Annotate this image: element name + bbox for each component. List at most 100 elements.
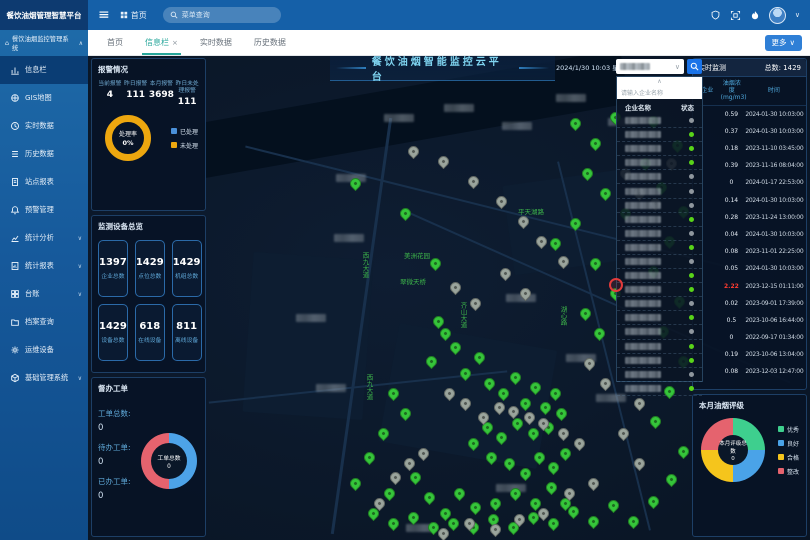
online-map-pin[interactable] [648,414,664,430]
online-map-pin[interactable] [546,460,562,476]
online-map-pin[interactable] [422,490,438,506]
company-select[interactable]: ∨ [616,59,684,74]
more-button[interactable]: 更多 ∨ [765,35,803,51]
sidebar-item-site-report[interactable]: 站点报表 [0,168,88,196]
online-map-pin[interactable] [408,470,424,486]
realtime-row[interactable]: 0.182023-11-10 03:45:00 [693,140,806,157]
online-map-pin[interactable] [488,496,504,512]
realtime-row[interactable]: 0.082023-12-03 12:47:00 [693,363,806,380]
online-map-pin[interactable] [362,450,378,466]
online-map-pin[interactable] [568,116,584,132]
menu-toggle-icon[interactable]: ≡ [98,7,110,23]
online-map-pin[interactable] [468,500,484,516]
online-map-pin[interactable] [646,494,662,510]
company-row[interactable] [617,382,702,396]
collapse-dropdown[interactable]: ∧ [617,77,702,86]
company-row[interactable] [617,297,702,311]
online-map-pin[interactable] [382,486,398,502]
company-row[interactable] [617,255,702,269]
sidebar-item-stats-report[interactable]: 统计报表∨ [0,252,88,280]
tab-history[interactable]: 历史数据 [254,30,286,55]
badge-icon[interactable] [710,10,721,21]
company-row[interactable] [617,340,702,354]
realtime-row[interactable]: 0.052024-01-30 10:03:00 [693,260,806,277]
realtime-row[interactable]: 0.372024-01-30 10:03:00 [693,123,806,140]
offline-map-pin[interactable] [572,436,588,452]
company-row[interactable] [617,156,702,170]
realtime-row[interactable]: 0.042024-01-30 10:03:00 [693,226,806,243]
offline-map-pin[interactable] [388,470,404,486]
realtime-row[interactable]: 0.142024-01-30 10:03:00 [693,192,806,209]
online-map-pin[interactable] [676,444,692,460]
sidebar-item-warning[interactable]: 预警管理 [0,196,88,224]
online-map-pin[interactable] [546,516,562,532]
online-map-pin[interactable] [398,206,414,222]
sidebar-item-dashboard[interactable]: 信息栏 [0,56,88,84]
company-row[interactable] [617,325,702,339]
company-row[interactable] [617,142,702,156]
realtime-row[interactable]: 0.52023-10-06 16:44:00 [693,312,806,329]
company-row[interactable] [617,283,702,297]
home-shortcut[interactable]: 首页 [120,10,147,21]
tab-realtime[interactable]: 实时数据 [200,30,232,55]
sidebar-item-archive[interactable]: 档案查询 [0,308,88,336]
offline-map-pin[interactable] [436,154,452,170]
sidebar-item-realtime[interactable]: 实时数据 [0,112,88,140]
offline-map-pin[interactable] [466,174,482,190]
company-row[interactable] [617,311,702,325]
online-map-pin[interactable] [558,446,574,462]
realtime-row[interactable]: 0.192023-10-06 13:04:00 [693,346,806,363]
tab-home[interactable]: 首页 [107,30,123,55]
online-map-pin[interactable] [452,486,468,502]
sidebar-item-history[interactable]: 历史数据 [0,140,88,168]
realtime-row[interactable]: 0.082023-11-01 22:25:00 [693,243,806,260]
close-tab-icon[interactable]: × [172,39,178,47]
offline-map-pin[interactable] [402,456,418,472]
online-map-pin[interactable] [348,476,364,492]
company-row[interactable] [617,184,702,198]
company-row[interactable] [617,128,702,142]
menu-search-input[interactable]: 菜单查询 [163,7,281,23]
realtime-row[interactable]: 0.592024-01-30 10:03:00 [693,106,806,123]
screenshot-icon[interactable] [730,10,741,21]
online-map-pin[interactable] [586,514,602,530]
online-map-pin[interactable] [406,510,422,526]
realtime-row[interactable]: 2.222023-12-15 01:11:00 [693,277,806,294]
online-map-pin[interactable] [606,498,622,514]
company-row[interactable] [617,170,702,184]
sidebar-item-system[interactable]: 基础管理系统∨ [0,364,88,392]
online-map-pin[interactable] [386,516,402,532]
realtime-row[interactable]: 02022-09-17 01:34:00 [693,329,806,346]
company-row[interactable] [617,354,702,368]
company-row[interactable] [617,213,702,227]
company-name-input[interactable]: 请输入企业名称 [617,86,702,99]
offline-map-pin[interactable] [448,280,464,296]
realtime-row[interactable]: 02024-01-17 22:53:00 [693,174,806,191]
company-row[interactable] [617,368,702,382]
online-map-pin[interactable] [428,256,444,272]
sidebar-item-gis[interactable]: GIS地图 [0,84,88,112]
offline-map-pin[interactable] [556,426,572,442]
sidebar-system-header[interactable]: ⌂ 餐饮油烟监控管理系统 ∧ [0,30,88,56]
online-map-pin[interactable] [626,514,642,530]
offline-map-pin[interactable] [616,426,632,442]
tab-info[interactable]: 信息栏× [145,30,178,55]
online-map-pin[interactable] [592,326,608,342]
online-map-pin[interactable] [588,136,604,152]
user-avatar[interactable] [769,7,786,24]
sidebar-item-analysis[interactable]: 统计分析∨ [0,224,88,252]
online-map-pin[interactable] [664,472,680,488]
flame-icon[interactable] [750,10,760,21]
realtime-row[interactable]: 0.392023-11-16 08:04:00 [693,157,806,174]
offline-map-pin[interactable] [632,396,648,412]
online-map-pin[interactable] [554,406,570,422]
online-map-pin[interactable] [544,480,560,496]
offline-map-pin[interactable] [406,144,422,160]
offline-map-pin[interactable] [586,476,602,492]
company-row[interactable] [617,269,702,283]
alert-marker[interactable] [609,278,623,292]
offline-map-pin[interactable] [498,266,514,282]
online-map-pin[interactable] [578,306,594,322]
realtime-row[interactable]: 0.282023-11-24 13:00:00 [693,209,806,226]
realtime-row[interactable]: 0.022023-09-01 17:39:00 [693,295,806,312]
